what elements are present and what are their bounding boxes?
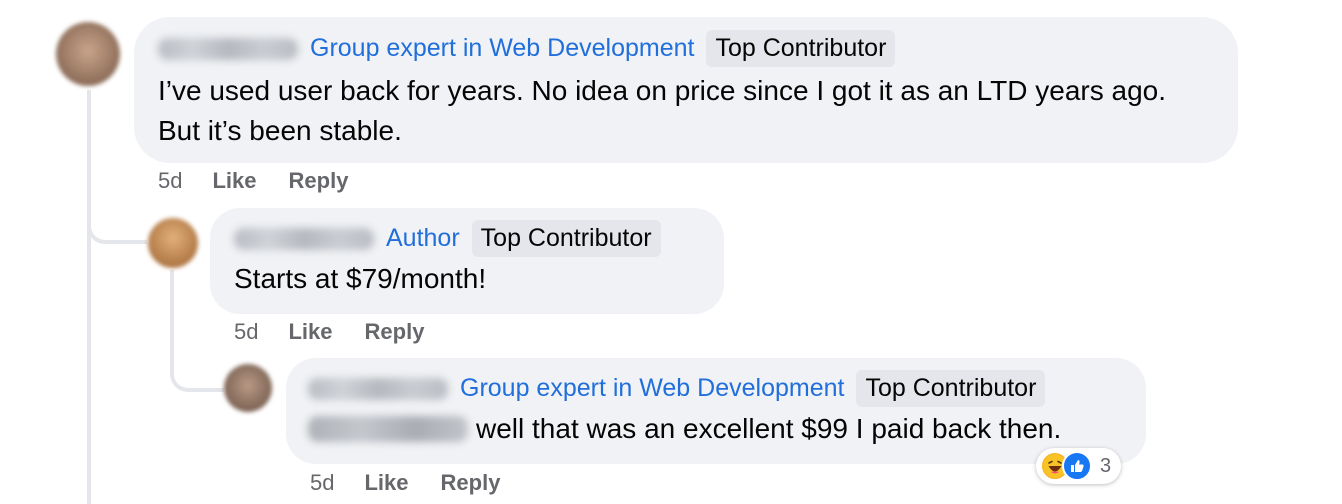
comment-actions: 5d Like Reply [158,168,380,194]
reply-bubble: Author Top Contributor Starts at $79/mon… [210,208,724,314]
top-contributor-badge[interactable]: Top Contributor [706,30,896,67]
avatar[interactable] [148,218,198,268]
commenter-name[interactable] [158,37,298,60]
comment-text: Starts at $79/month! [234,263,487,294]
like-button[interactable]: Like [212,168,256,194]
like-thumb-icon [1062,451,1092,481]
like-button[interactable]: Like [364,470,408,496]
comment-header: Group expert in Web Development Top Cont… [158,30,1214,67]
comment-text: I’ve used user back for years. No idea o… [158,75,1166,146]
comment-bubble: Group expert in Web Development Top Cont… [134,17,1238,163]
comment-header: Author Top Contributor [234,220,700,257]
comment-text-body: well that was an excellent $99 I paid ba… [476,413,1062,444]
comment-actions: 5d Like Reply [234,319,456,345]
comment-actions: 5d Like Reply [310,470,532,496]
author-badge[interactable]: Author [386,224,460,253]
reply-bubble: Group expert in Web Development Top Cont… [286,358,1146,464]
thread-connector-reply-1 [87,200,147,244]
top-contributor-badge[interactable]: Top Contributor [856,370,1046,407]
timestamp[interactable]: 5d [310,470,334,496]
top-contributor-badge[interactable]: Top Contributor [471,220,661,257]
timestamp[interactable]: 5d [158,168,182,194]
reactions-summary[interactable]: 3 [1036,448,1122,484]
timestamp[interactable]: 5d [234,319,258,345]
reaction-count: 3 [1100,454,1112,477]
comment-header: Group expert in Web Development Top Cont… [308,370,1124,407]
reply-button[interactable]: Reply [289,168,349,194]
thread-line-main [87,90,91,504]
avatar[interactable] [56,22,120,86]
avatar[interactable] [224,364,272,412]
like-button[interactable]: Like [288,319,332,345]
group-expert-badge[interactable]: Group expert in Web Development [310,34,694,63]
reply-button[interactable]: Reply [365,319,425,345]
reply-button[interactable]: Reply [441,470,501,496]
commenter-name[interactable] [234,227,374,250]
group-expert-badge[interactable]: Group expert in Web Development [460,374,844,403]
commenter-name[interactable] [308,377,448,400]
comment-text: well that was an excellent $99 I paid ba… [308,409,1124,449]
mention-tag[interactable] [308,416,468,442]
